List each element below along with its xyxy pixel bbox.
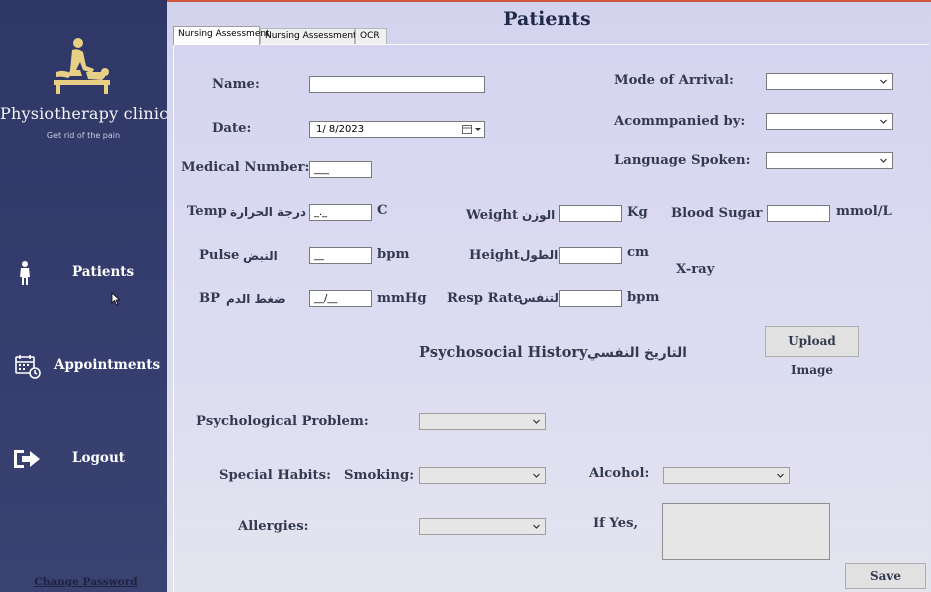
- language-spoken-dropdown[interactable]: [766, 152, 893, 169]
- date-label: Date:: [212, 121, 252, 136]
- save-button[interactable]: Save: [845, 563, 926, 589]
- blood-sugar-label: Blood Sugar: [671, 206, 763, 221]
- psychological-problem-dropdown[interactable]: [419, 413, 546, 430]
- medical-number-input[interactable]: ___: [309, 161, 372, 178]
- chevron-down-icon: [475, 128, 481, 131]
- blood-sugar-input[interactable]: [767, 205, 830, 222]
- bp-label: BP: [199, 291, 221, 306]
- chevron-down-icon: [533, 473, 540, 478]
- page-title: Patients: [503, 8, 591, 30]
- mode-of-arrival-dropdown[interactable]: [766, 73, 893, 90]
- tab-ocr[interactable]: OCR: [355, 28, 387, 44]
- xray-label: X-ray: [676, 262, 715, 277]
- special-habits-label: Special Habits:: [219, 468, 331, 483]
- height-unit: cm: [627, 245, 649, 260]
- chevron-down-icon: [880, 119, 887, 124]
- chevron-down-icon: [533, 419, 540, 424]
- nav-label-patients: Patients: [72, 264, 135, 280]
- alcohol-label: Alcohol:: [589, 466, 650, 481]
- blood-sugar-unit: mmol/L: [836, 204, 892, 219]
- date-value: 1/ 8/2023: [316, 124, 365, 135]
- bp-input[interactable]: __/__: [309, 290, 372, 307]
- weight-label: Weight: [466, 208, 519, 223]
- height-label: Height: [469, 248, 520, 263]
- accompanied-by-label: Acommpanied by:: [614, 114, 746, 129]
- temp-unit: C: [377, 203, 388, 218]
- height-input[interactable]: [559, 247, 622, 264]
- name-label: Name:: [212, 77, 260, 92]
- name-input[interactable]: [309, 76, 485, 93]
- temp-input[interactable]: _._: [309, 204, 372, 221]
- psychosocial-heading: Psychosocial History: [419, 344, 588, 361]
- calendar-icon: [15, 355, 41, 379]
- nav-label-appointments: Appointments: [54, 357, 161, 373]
- pulse-label: Pulse: [199, 248, 240, 263]
- resp-rate-arabic-label: التنفس: [519, 291, 564, 305]
- medical-number-label: Medical Number:: [181, 160, 310, 175]
- bp-arabic-label: ضغط الدم: [226, 292, 286, 306]
- if-yes-label: If Yes,: [593, 516, 639, 531]
- weight-arabic-label: الوزن: [522, 208, 556, 222]
- pulse-arabic-label: النبض: [243, 249, 278, 263]
- calendar-icon: [462, 125, 472, 134]
- change-password-link[interactable]: Change Password: [0, 576, 172, 588]
- pulse-unit: bpm: [377, 247, 410, 262]
- weight-unit: Kg: [627, 205, 648, 220]
- mode-of-arrival-label: Mode of Arrival:: [614, 73, 734, 88]
- smoking-dropdown[interactable]: [419, 467, 546, 484]
- sidebar: Physiotherapy clinic Get rid of the pain…: [0, 0, 169, 592]
- temp-label: Temp: [187, 204, 227, 219]
- allergies-label: Allergies:: [238, 519, 309, 534]
- person-icon: [20, 261, 30, 285]
- nav-item-logout[interactable]: Logout: [0, 438, 167, 478]
- pulse-input[interactable]: __: [309, 247, 372, 264]
- chevron-down-icon: [533, 524, 540, 529]
- weight-input[interactable]: [559, 205, 622, 222]
- language-spoken-label: Language Spoken:: [614, 153, 751, 168]
- window-top-border: [167, 0, 931, 2]
- clinic-name: Physiotherapy clinic: [0, 104, 169, 123]
- allergies-details-textarea[interactable]: [662, 503, 830, 560]
- chevron-down-icon: [777, 473, 784, 478]
- height-arabic-label: الطول: [520, 248, 559, 262]
- main-area: Patients Nursing Assessment Nursing Asse…: [167, 0, 931, 592]
- tab-nursing-assessment[interactable]: Nursing Assessment: [173, 26, 270, 45]
- upload-image-button[interactable]: Upload Image: [765, 326, 859, 377]
- nursing-assessment-panel: Name: Date: 1/ 8/2023 Medical Number: __…: [173, 44, 929, 592]
- bp-unit: mmHg: [377, 291, 427, 306]
- accompanied-by-dropdown[interactable]: [766, 113, 893, 130]
- alcohol-dropdown[interactable]: [663, 467, 790, 484]
- resp-rate-unit: bpm: [627, 290, 660, 305]
- mouse-cursor-icon: [111, 292, 121, 306]
- psychological-problem-label: Psychological Problem:: [196, 414, 369, 429]
- temp-arabic-label: درجة الحرارة: [230, 205, 307, 219]
- allergies-dropdown[interactable]: [419, 518, 546, 535]
- resp-rate-label: Resp Rate: [447, 291, 522, 306]
- resp-rate-input[interactable]: [559, 290, 622, 307]
- psychosocial-arabic-heading: التاريخ النفسي: [587, 345, 687, 361]
- nav-label-logout: Logout: [72, 450, 125, 466]
- nav-item-appointments[interactable]: Appointments: [0, 345, 167, 385]
- clinic-tagline: Get rid of the pain: [46, 131, 121, 140]
- chevron-down-icon: [880, 79, 887, 84]
- smoking-label: Smoking:: [344, 468, 415, 483]
- nav-item-patients[interactable]: Patients: [0, 252, 167, 292]
- tab-nursing-assessment-2[interactable]: Nursing Assessment 2: [260, 28, 365, 44]
- massage-therapy-icon: [54, 38, 110, 94]
- logout-icon: [14, 450, 40, 468]
- date-picker[interactable]: 1/ 8/2023: [309, 121, 485, 138]
- chevron-down-icon: [880, 158, 887, 163]
